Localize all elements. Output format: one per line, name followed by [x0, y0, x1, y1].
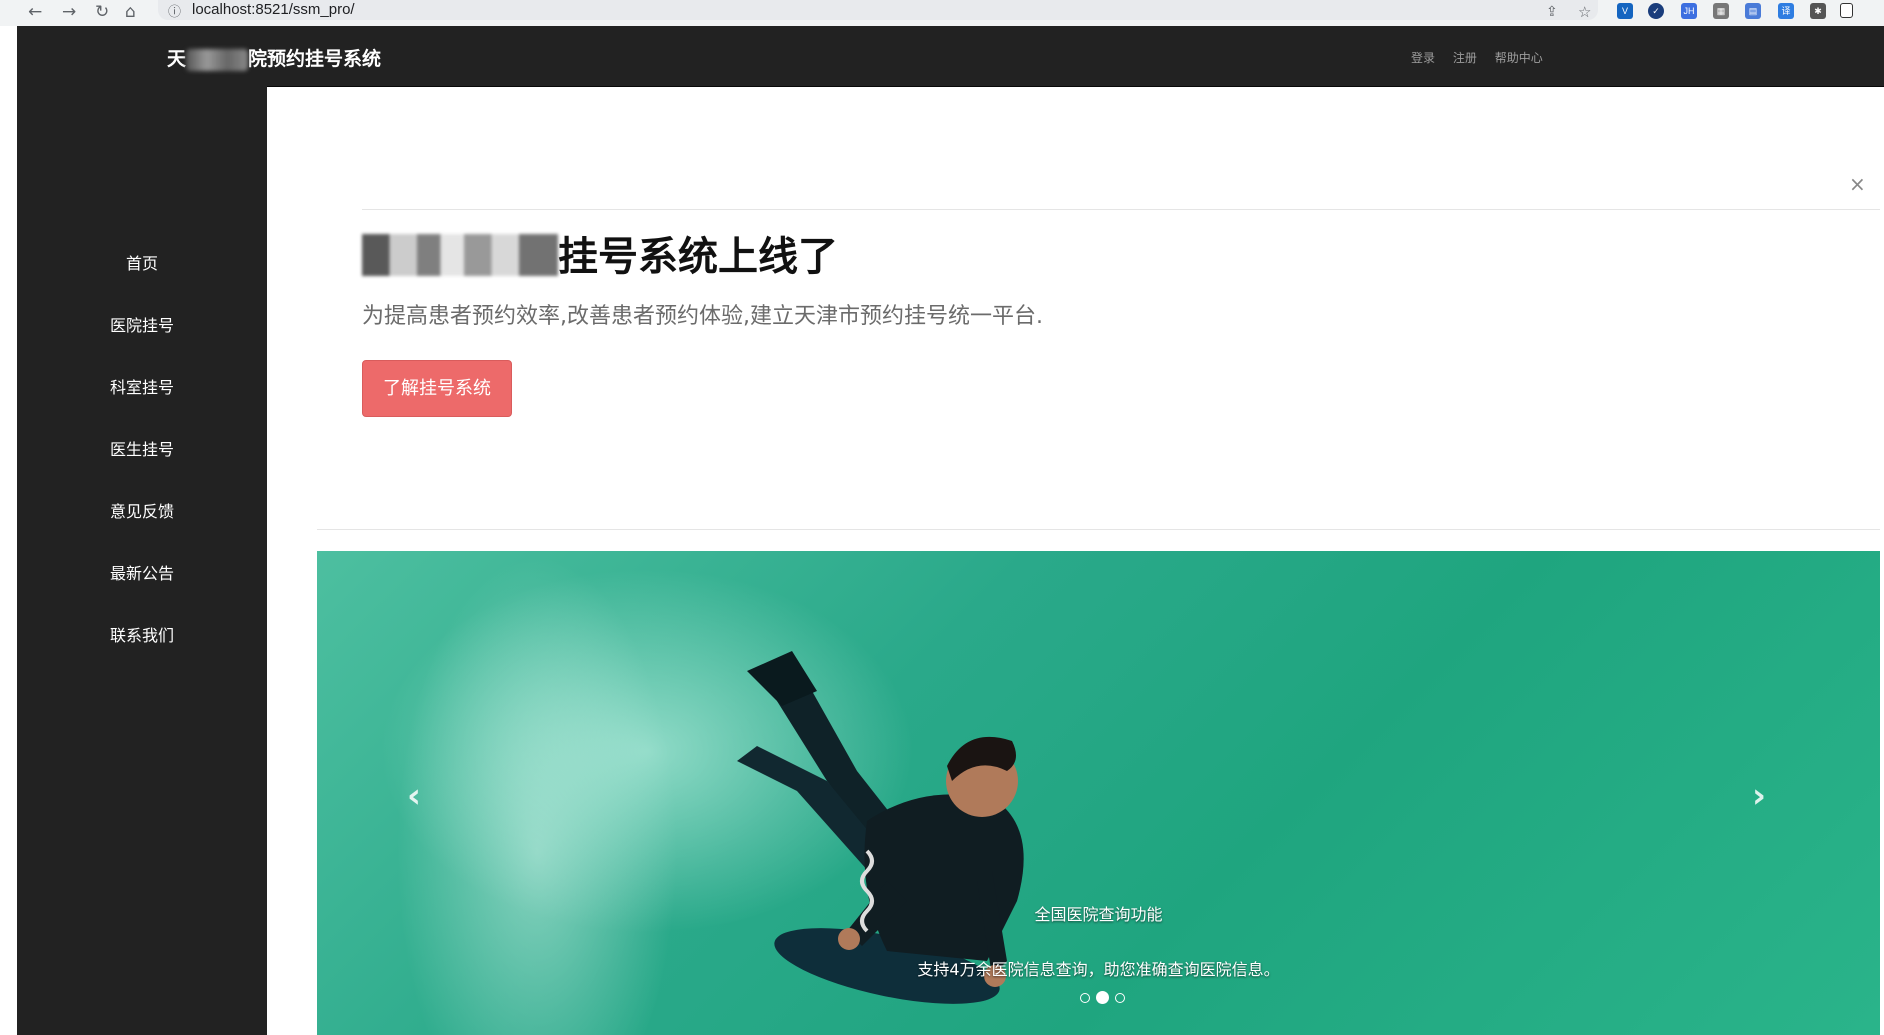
close-icon[interactable]: ×	[1849, 172, 1866, 196]
carousel-indicator[interactable]	[1080, 992, 1090, 1003]
address-bar[interactable]: ⓘ localhost:8521/ssm_pro/	[158, 0, 1598, 20]
title-text: 挂号系统上线了	[558, 234, 838, 280]
extension-translate-icon[interactable]: 译	[1778, 3, 1794, 19]
login-link[interactable]: 登录	[1411, 51, 1435, 65]
sidebar-item-home[interactable]: 首页	[17, 250, 267, 274]
sidebar-item-contact[interactable]: 联系我们	[17, 622, 267, 646]
page-subtitle: 为提高患者预约效率,改善患者预约体验,建立天津市预约挂号统一平台.	[362, 304, 1043, 329]
reload-icon[interactable]: ↻	[95, 2, 109, 22]
redacted-blur	[362, 234, 558, 276]
carousel-caption-title: 全国医院查询功能	[1034, 905, 1163, 924]
site-info-icon[interactable]: ⓘ	[168, 1, 181, 20]
sidebar-toggle-icon[interactable]	[1840, 3, 1853, 18]
top-navbar: 天 院预约挂号系统 登录 注册 帮助中心	[17, 26, 1884, 87]
extension-qr-icon[interactable]: ▦	[1713, 3, 1729, 19]
carousel-prev-icon[interactable]: ‹	[407, 776, 421, 816]
sidebar-item-hospital-registration[interactable]: 医院挂号	[17, 312, 267, 336]
share-icon[interactable]: ⇪	[1546, 2, 1558, 22]
sidebar-item-doctor-registration[interactable]: 医生挂号	[17, 436, 267, 460]
carousel-caption-text: 支持4万余医院信息查询，助您准确查询医院信息。	[917, 960, 1280, 979]
url-text: localhost:8521/ssm_pro/	[192, 1, 355, 18]
brand-suffix: 院预约挂号系统	[248, 48, 382, 70]
carousel-indicators	[1077, 987, 1128, 1006]
image-carousel[interactable]: ‹ › 全国医院查询功能 支持4万余医院信息查询，助您准确查询医院信息。	[317, 551, 1880, 1035]
page-title: 挂号系统上线了	[362, 224, 838, 282]
help-center-link[interactable]: 帮助中心	[1495, 51, 1543, 65]
browser-toolbar: ← → ↻ ⌂ ⓘ localhost:8521/ssm_pro/ ⇪ ☆ V …	[0, 0, 1884, 27]
background-window-edge	[0, 26, 18, 1035]
home-icon[interactable]: ⌂	[125, 2, 136, 22]
sidebar-item-announcements[interactable]: 最新公告	[17, 560, 267, 584]
sidebar: 首页 医院挂号 科室挂号 医生挂号 意见反馈 最新公告 联系我们	[17, 86, 267, 1035]
site-brand[interactable]: 天 院预约挂号系统	[167, 44, 381, 71]
redacted-blur	[186, 48, 249, 71]
carousel-indicator[interactable]	[1115, 992, 1125, 1003]
learn-more-button[interactable]: 了解挂号系统	[362, 360, 512, 417]
register-link[interactable]: 注册	[1453, 51, 1477, 65]
sidebar-item-department-registration[interactable]: 科室挂号	[17, 374, 267, 398]
carousel-indicator-active[interactable]	[1096, 991, 1109, 1004]
carousel-next-icon[interactable]: ›	[1752, 776, 1766, 816]
divider	[362, 209, 1880, 210]
back-arrow-icon[interactable]: ←	[28, 2, 42, 22]
extension-jh-icon[interactable]: JH	[1681, 3, 1697, 19]
brand-prefix: 天	[167, 48, 187, 70]
bookmark-star-icon[interactable]: ☆	[1578, 2, 1591, 22]
navbar-links: 登录 注册 帮助中心	[1411, 49, 1557, 66]
extension-v-icon[interactable]: V	[1617, 3, 1633, 19]
extension-grid-icon[interactable]: ▤	[1745, 3, 1761, 19]
extension-check-icon[interactable]: ✓	[1648, 3, 1664, 19]
forward-arrow-icon[interactable]: →	[62, 2, 76, 22]
sidebar-item-feedback[interactable]: 意见反馈	[17, 498, 267, 522]
divider	[317, 529, 1880, 530]
extensions-puzzle-icon[interactable]: ✱	[1810, 3, 1826, 19]
